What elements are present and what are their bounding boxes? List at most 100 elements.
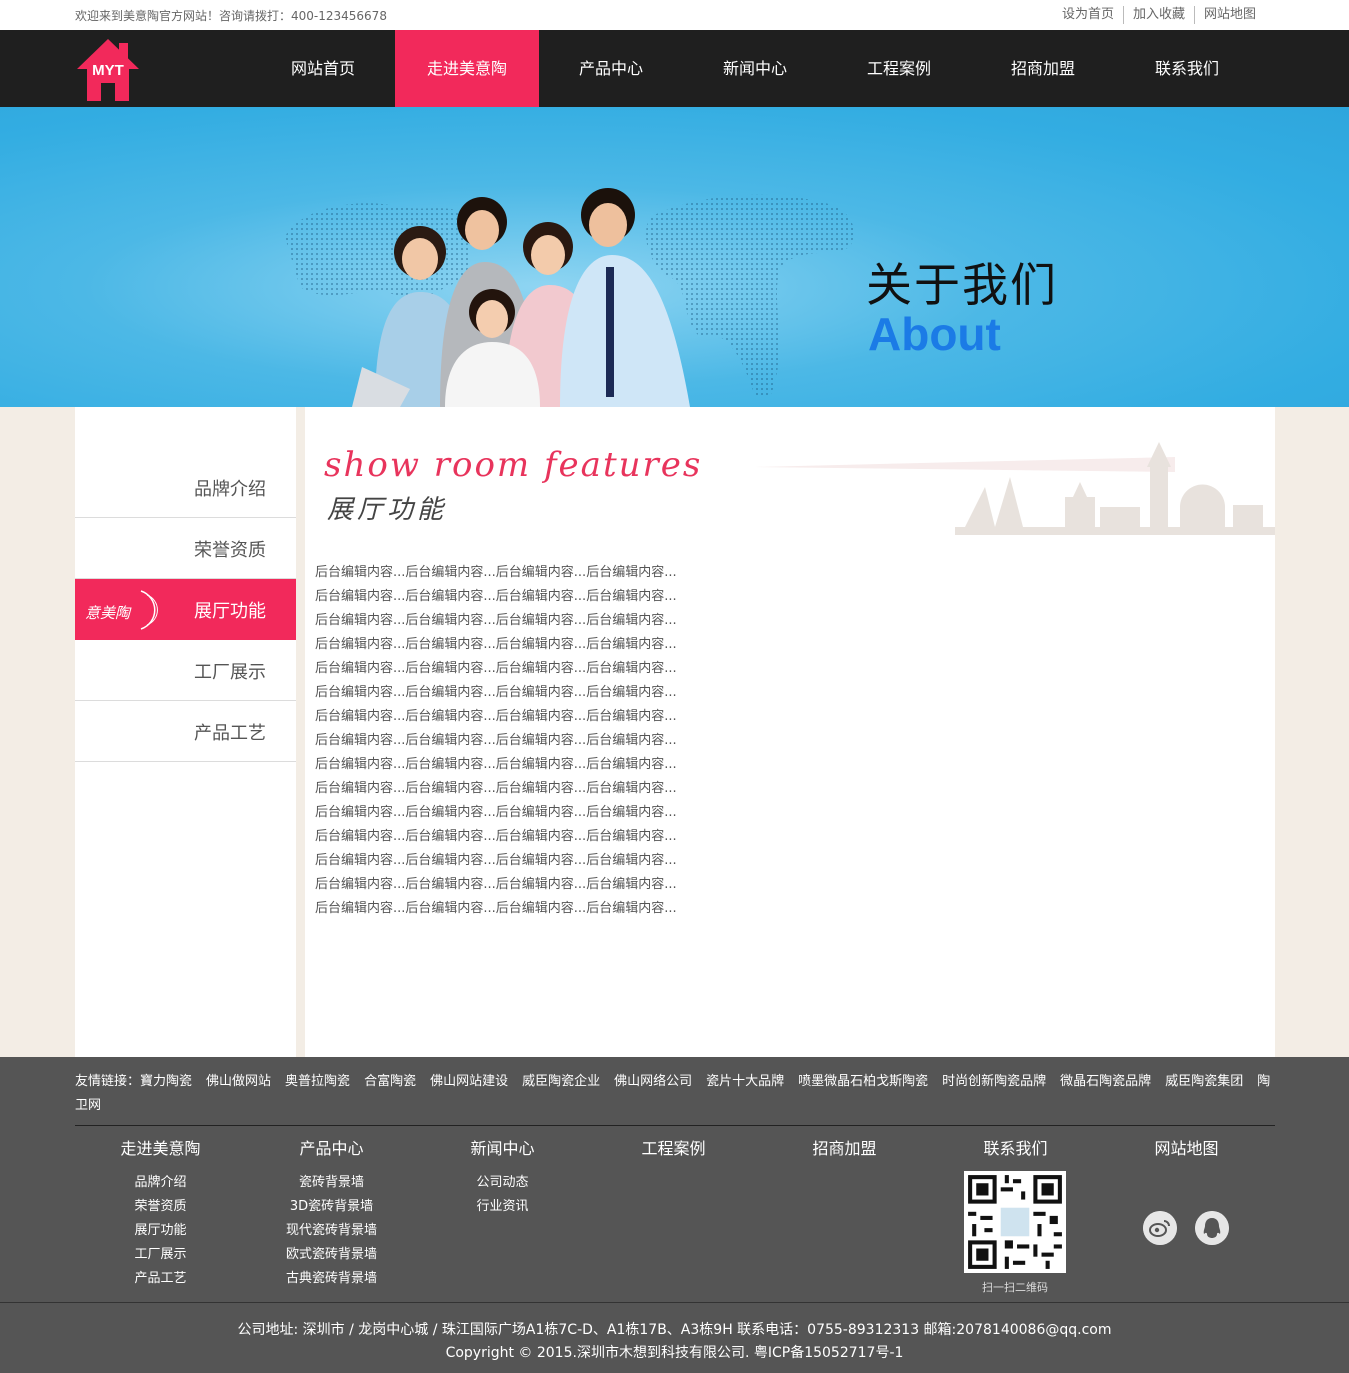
add-favorite-link[interactable]: 加入收藏 [1122, 6, 1194, 24]
footer-col-products: 产品中心 瓷砖背景墙 3D瓷砖背景墙 现代瓷砖背景墙 欧式瓷砖背景墙 古典瓷砖背… [246, 1137, 417, 1291]
sidebar-item-label: 产品工艺 [194, 723, 266, 744]
sidebar-item-factory[interactable]: 工厂展示 [75, 640, 296, 701]
content-line: 后台编辑内容...后台编辑内容...后台编辑内容...后台编辑内容... [315, 637, 677, 652]
nav-item-franchise[interactable]: 招商加盟 [971, 30, 1115, 107]
content-line: 后台编辑内容...后台编辑内容...后台编辑内容...后台编辑内容... [315, 565, 677, 580]
nav-item-contact[interactable]: 联系我们 [1115, 30, 1259, 107]
friend-link[interactable]: 威臣陶瓷企业 [522, 1074, 600, 1089]
footer-col-title[interactable]: 招商加盟 [759, 1137, 930, 1161]
banner-team-illustration [285, 188, 854, 407]
banner-title-cn: 关于我们 [866, 258, 1058, 312]
footer-col-title[interactable]: 产品中心 [246, 1137, 417, 1161]
content-line: 后台编辑内容...后台编辑内容...后台编辑内容...后台编辑内容... [315, 733, 677, 748]
friend-link[interactable]: 佛山网站建设 [430, 1074, 508, 1089]
content-line: 后台编辑内容...后台编辑内容...后台编辑内容...后台编辑内容... [315, 829, 677, 844]
content-line: 后台编辑内容...后台编辑内容...后台编辑内容...后台编辑内容... [315, 589, 677, 604]
weibo-icon[interactable] [1143, 1211, 1177, 1245]
friend-link[interactable]: 微晶石陶瓷品牌 [1060, 1074, 1151, 1089]
banner-title-en: About [868, 308, 1001, 360]
welcome-text: 欢迎来到美意陶官方网站！咨询请拨打：400-123456678 [75, 9, 387, 23]
footer-link[interactable]: 现代瓷砖背景墙 [246, 1219, 417, 1243]
friend-link[interactable]: 佛山做网站 [206, 1074, 271, 1089]
footer-link[interactable]: 欧式瓷砖背景墙 [246, 1243, 417, 1267]
friend-links: 友情链接：寶力陶瓷 佛山做网站 奥普拉陶瓷 合富陶瓷 佛山网站建设 威臣陶瓷企业 佛山网络公… [75, 1070, 1275, 1118]
footer-col-title[interactable]: 网站地图 [1101, 1137, 1272, 1161]
footer-link[interactable]: 行业资讯 [417, 1195, 588, 1219]
footer-col-franchise: 招商加盟 [759, 1137, 930, 1171]
top-bar: 欢迎来到美意陶官方网站！咨询请拨打：400-123456678 设为首页 加入收… [0, 0, 1349, 30]
friend-link[interactable]: 威臣陶瓷集团 [1165, 1074, 1243, 1089]
content-text: 后台编辑内容...后台编辑内容...后台编辑内容...后台编辑内容... 后台编… [315, 561, 677, 921]
content-line: 后台编辑内容...后台编辑内容...后台编辑内容...后台编辑内容... [315, 901, 677, 916]
friend-link[interactable]: 佛山网络公司 [614, 1074, 692, 1089]
footer-col-news: 新闻中心 公司动态 行业资讯 [417, 1137, 588, 1219]
friend-link[interactable]: 奥普拉陶瓷 [285, 1074, 350, 1089]
content-line: 后台编辑内容...后台编辑内容...后台编辑内容...后台编辑内容... [315, 685, 677, 700]
section-heading-en: show room features [324, 445, 703, 485]
sidebar-item-honor[interactable]: 荣誉资质 [75, 518, 296, 579]
nav-item-home[interactable]: 网站首页 [251, 30, 395, 107]
footer-link[interactable]: 工厂展示 [75, 1243, 246, 1267]
sidebar: 品牌介绍 荣誉资质 意美陶 展厅功能 工厂展示 产品工艺 [75, 407, 296, 1057]
nav-item-cases[interactable]: 工程案例 [827, 30, 971, 107]
content-line: 后台编辑内容...后台编辑内容...后台编辑内容...后台编辑内容... [315, 805, 677, 820]
sidebar-item-craft[interactable]: 产品工艺 [75, 701, 296, 762]
footer-link[interactable]: 荣誉资质 [75, 1195, 246, 1219]
content-line: 后台编辑内容...后台编辑内容...后台编辑内容...后台编辑内容... [315, 661, 677, 676]
footer-divider [75, 1125, 1275, 1126]
footer-link[interactable]: 古典瓷砖背景墙 [246, 1267, 417, 1291]
copyright: Copyright © 2015.深圳市木想到科技有限公司. 粤ICP备1505… [445, 1345, 904, 1361]
content-line: 后台编辑内容...后台编辑内容...后台编辑内容...后台编辑内容... [315, 781, 677, 796]
house-logo-icon[interactable]: MYT [75, 37, 141, 103]
friend-link[interactable]: 寶力陶瓷 [140, 1074, 192, 1089]
nav-item-news[interactable]: 新闻中心 [683, 30, 827, 107]
footer-link[interactable]: 品牌介绍 [75, 1171, 246, 1195]
qq-icon[interactable] [1195, 1211, 1229, 1245]
seal-text: 意美陶 [85, 604, 132, 622]
content-line: 后台编辑内容...后台编辑内容...后台编辑内容...后台编辑内容... [315, 709, 677, 724]
content-line: 后台编辑内容...后台编辑内容...后台编辑内容...后台编辑内容... [315, 853, 677, 868]
brand-seal-mark: 意美陶 [85, 590, 158, 630]
sidebar-item-label: 品牌介绍 [194, 479, 266, 500]
footer-col-about: 走进美意陶 品牌介绍 荣誉资质 展厅功能 工厂展示 产品工艺 [75, 1137, 246, 1291]
top-links: 设为首页 加入收藏 网站地图 [1053, 6, 1265, 24]
set-homepage-link[interactable]: 设为首页 [1053, 6, 1123, 24]
friend-link[interactable]: 时尚创新陶瓷品牌 [942, 1074, 1046, 1089]
footer: 友情链接：寶力陶瓷 佛山做网站 奥普拉陶瓷 合富陶瓷 佛山网站建设 威臣陶瓷企业 佛山网络公… [0, 1057, 1349, 1373]
content-line: 后台编辑内容...后台编辑内容...后台编辑内容...后台编辑内容... [315, 757, 677, 772]
footer-col-cases: 工程案例 [588, 1137, 759, 1171]
logo-text: MYT [92, 62, 124, 79]
friend-link[interactable]: 喷墨微晶石柏戈斯陶瓷 [798, 1074, 928, 1089]
friend-link[interactable]: 合富陶瓷 [364, 1074, 416, 1089]
sitemap-link[interactable]: 网站地图 [1193, 6, 1265, 24]
footer-link[interactable]: 公司动态 [417, 1171, 588, 1195]
footer-divider [0, 1302, 1349, 1303]
nav-item-about[interactable]: 走进美意陶 [395, 30, 539, 107]
sidebar-item-label: 展厅功能 [194, 601, 266, 622]
main-nav: MYT 网站首页 走进美意陶 产品中心 新闻中心 工程案例 招商加盟 联系我们 [0, 30, 1349, 107]
footer-link[interactable]: 3D瓷砖背景墙 [246, 1195, 417, 1219]
footer-col-sitemap: 网站地图 [1101, 1137, 1272, 1171]
footer-col-title[interactable]: 新闻中心 [417, 1137, 588, 1161]
footer-link[interactable]: 展厅功能 [75, 1219, 246, 1243]
friend-link[interactable]: 瓷片十大品牌 [706, 1074, 784, 1089]
footer-link[interactable]: 瓷砖背景墙 [246, 1171, 417, 1195]
nav-menu: 网站首页 走进美意陶 产品中心 新闻中心 工程案例 招商加盟 联系我们 [251, 30, 1259, 107]
footer-col-title[interactable]: 联系我们 [930, 1137, 1101, 1161]
footer-col-title[interactable]: 走进美意陶 [75, 1137, 246, 1161]
section-heading-cn: 展厅功能 [327, 495, 448, 525]
footer-col-title[interactable]: 工程案例 [588, 1137, 759, 1161]
sidebar-item-brand[interactable]: 品牌介绍 [75, 457, 296, 518]
banner: 关于我们 About [0, 107, 1349, 407]
nav-item-products[interactable]: 产品中心 [539, 30, 683, 107]
footer-col-contact: 联系我们 [930, 1137, 1101, 1171]
content-line: 后台编辑内容...后台编辑内容...后台编辑内容...后台编辑内容... [315, 613, 677, 628]
company-address: 公司地址: 深圳市 / 龙岗中心城 / 珠江国际广场A1栋7C-D、A1栋17B… [237, 1322, 1112, 1338]
content-line: 后台编辑内容...后台编辑内容...后台编辑内容...后台编辑内容... [315, 877, 677, 892]
city-skyline-decoration [755, 442, 1275, 535]
qr-caption: 扫一扫二维码 [982, 1281, 1048, 1294]
footer-link[interactable]: 产品工艺 [75, 1267, 246, 1291]
sidebar-item-showroom[interactable]: 意美陶 展厅功能 [75, 579, 296, 640]
friend-links-title: 友情链接： [75, 1074, 141, 1089]
sidebar-item-label: 荣誉资质 [194, 540, 266, 561]
